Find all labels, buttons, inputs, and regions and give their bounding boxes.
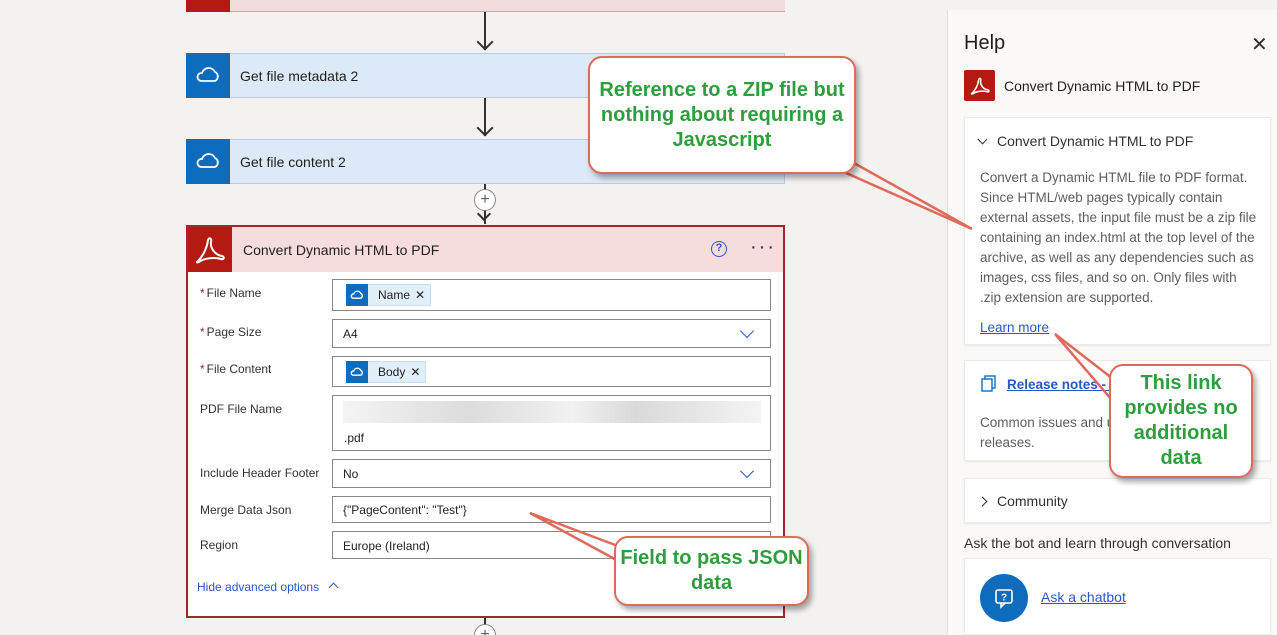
action-description-section: Convert Dynamic HTML to PDF Convert a Dy… xyxy=(964,117,1271,345)
chevron-down-icon xyxy=(739,463,755,479)
section-toggle[interactable]: Convert Dynamic HTML to PDF xyxy=(977,133,1193,149)
file-name-input[interactable]: Name ✕ xyxy=(332,279,771,311)
ask-bot-heading: Ask the bot and learn through conversati… xyxy=(964,535,1231,551)
header-footer-label: Include Header Footer xyxy=(200,466,320,480)
page-size-label: * Page Size xyxy=(200,325,262,339)
hide-advanced-options-link[interactable]: Hide advanced options xyxy=(197,580,339,594)
release-notes-link[interactable]: Release notes - P xyxy=(1007,377,1119,392)
remove-token-icon[interactable]: ✕ xyxy=(415,288,425,302)
help-panel: Help ✕ Convert Dynamic HTML to PDF Conve… xyxy=(947,10,1277,635)
document-icon xyxy=(981,375,996,392)
chevron-right-icon xyxy=(977,496,988,506)
previous-step-icon-block xyxy=(186,0,230,12)
svg-text:?: ? xyxy=(1001,593,1007,604)
pdf-file-name-input[interactable]: .pdf xyxy=(332,395,771,451)
more-options-icon[interactable]: ··· xyxy=(750,236,776,259)
chatbot-section: ? Ask a chatbot xyxy=(964,558,1271,635)
add-step-button[interactable]: + xyxy=(474,624,496,635)
connector-header: Convert Dynamic HTML to PDF xyxy=(964,70,1200,101)
callout-learn-more-link: This link provides no additional data xyxy=(1109,364,1253,478)
step-label: Get file metadata 2 xyxy=(240,67,359,84)
remove-token-icon[interactable]: ✕ xyxy=(410,365,420,379)
file-content-input[interactable]: Body ✕ xyxy=(332,356,771,387)
acrobat-icon xyxy=(964,70,995,101)
arrow-head-icon xyxy=(476,119,494,137)
cloud-icon xyxy=(186,52,230,98)
close-icon[interactable]: ✕ xyxy=(1251,32,1268,57)
ask-chatbot-link[interactable]: Ask a chatbot xyxy=(1041,589,1126,605)
chatbot-icon[interactable]: ? xyxy=(980,574,1028,622)
arrow-head-icon xyxy=(476,33,494,51)
merge-json-label: Merge Data Json xyxy=(200,503,292,517)
merge-json-input[interactable]: {"PageContent": "Test"} xyxy=(332,496,771,523)
file-content-label: * File Content xyxy=(200,362,272,376)
chevron-up-icon xyxy=(328,582,339,593)
callout-zip-file: Reference to a ZIP file but nothing abou… xyxy=(588,56,856,174)
action-card-header[interactable]: Convert Dynamic HTML to PDF ? ··· xyxy=(188,227,783,272)
help-panel-title: Help xyxy=(964,32,1006,54)
chevron-down-icon xyxy=(739,323,755,339)
action-title: Convert Dynamic HTML to PDF xyxy=(243,241,440,258)
previous-step-card[interactable] xyxy=(186,0,785,12)
callout-json-field: Field to pass JSON data xyxy=(614,536,809,606)
step-label: Get file content 2 xyxy=(240,153,346,170)
body-token[interactable]: Body ✕ xyxy=(346,361,427,383)
learn-more-link[interactable]: Learn more xyxy=(980,320,1049,335)
acrobat-icon xyxy=(188,227,232,272)
page-size-dropdown[interactable]: A4 xyxy=(332,319,771,348)
cloud-icon xyxy=(186,138,230,184)
action-description: Convert a Dynamic HTML file to PDF forma… xyxy=(980,170,1257,305)
cloud-icon xyxy=(346,361,368,383)
file-name-label: * File Name xyxy=(200,286,262,300)
header-footer-dropdown[interactable]: No xyxy=(332,459,771,488)
chevron-down-icon xyxy=(977,134,988,144)
cloud-icon xyxy=(346,284,368,306)
community-toggle[interactable]: Community xyxy=(977,493,1068,509)
name-token[interactable]: Name ✕ xyxy=(346,284,432,306)
region-label: Region xyxy=(200,538,239,552)
community-section[interactable]: Community xyxy=(964,478,1271,523)
connector-name: Convert Dynamic HTML to PDF xyxy=(1004,77,1201,94)
blurred-content xyxy=(343,401,761,423)
help-icon[interactable]: ? xyxy=(711,241,727,257)
pdf-file-name-label: PDF File Name xyxy=(200,402,283,416)
